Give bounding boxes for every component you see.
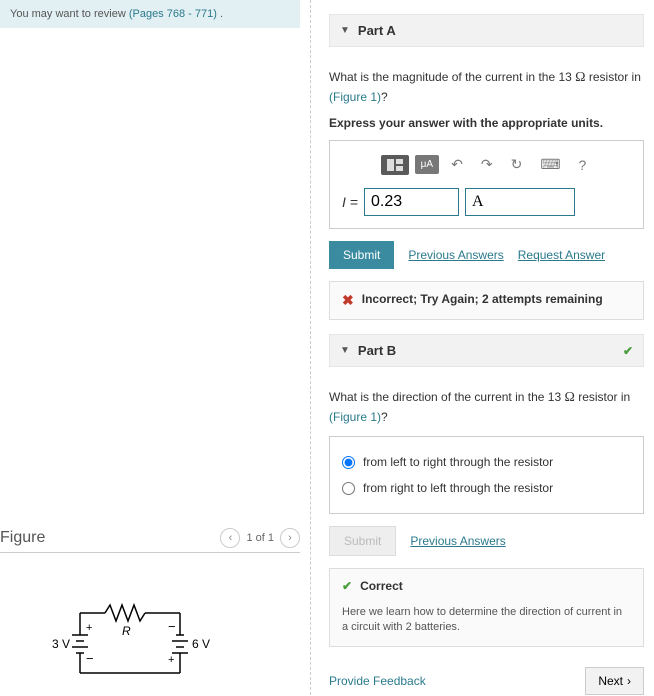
figure-title: Figure <box>0 529 45 547</box>
next-button[interactable]: Next › <box>585 667 644 695</box>
svg-text:+: + <box>86 622 92 634</box>
part-a-question: What is the magnitude of the current in … <box>329 67 644 106</box>
figure-link[interactable]: (Figure 1) <box>329 410 381 424</box>
request-answer-link[interactable]: Request Answer <box>518 248 605 262</box>
reset-icon[interactable]: ↻ <box>505 153 529 176</box>
redo-icon[interactable]: ↷ <box>475 153 499 176</box>
figure-prev-button[interactable]: ‹ <box>220 528 240 548</box>
chevron-right-icon: › <box>627 674 631 688</box>
feedback-correct: ✔ Correct Here we learn how to determine… <box>329 568 644 647</box>
part-a-instruction: Express your answer with the appropriate… <box>329 116 644 130</box>
left-battery-label: 3 V <box>52 637 70 651</box>
part-b-title: Part B <box>358 343 396 358</box>
radio-option-2[interactable] <box>342 482 355 495</box>
right-battery-label: 6 V <box>192 637 210 651</box>
feedback-text: Incorrect; Try Again; 2 attempts remaini… <box>362 292 603 306</box>
resistor-label: R <box>122 624 131 638</box>
undo-icon[interactable]: ↶ <box>445 153 469 176</box>
help-icon[interactable]: ? <box>573 154 593 176</box>
figure-header: Figure ‹ 1 of 1 › <box>0 528 300 553</box>
part-a-header[interactable]: ▼ Part A <box>329 14 644 47</box>
caret-down-icon: ▼ <box>340 25 350 36</box>
check-icon: ✔ <box>342 579 352 593</box>
correct-label: Correct <box>360 579 403 593</box>
caret-down-icon: ▼ <box>340 345 350 356</box>
figure-next-button[interactable]: › <box>280 528 300 548</box>
feedback-incorrect: ✖ Incorrect; Try Again; 2 attempts remai… <box>329 281 644 320</box>
check-icon: ✔ <box>623 344 633 358</box>
provide-feedback-link[interactable]: Provide Feedback <box>329 674 426 688</box>
correct-explanation: Here we learn how to determine the direc… <box>342 605 631 636</box>
previous-answers-link[interactable]: Previous Answers <box>408 248 503 262</box>
svg-text:−: − <box>168 619 176 634</box>
review-prefix: You may want to review <box>10 8 129 20</box>
review-banner: You may want to review (Pages 768 - 771)… <box>0 0 300 28</box>
unit-input[interactable] <box>465 188 575 216</box>
submit-button[interactable]: Submit <box>329 241 394 269</box>
units-button[interactable]: μA <box>415 155 439 174</box>
option-2-label: from right to left through the resistor <box>363 481 553 495</box>
option-1-label: from left to right through the resistor <box>363 455 553 469</box>
part-b-header[interactable]: ▼ Part B ✔ <box>329 334 644 367</box>
svg-text:−: − <box>86 651 94 666</box>
templates-button[interactable] <box>381 155 409 175</box>
radio-option-1[interactable] <box>342 456 355 469</box>
svg-text:+: + <box>168 654 174 666</box>
review-pages-link[interactable]: (Pages 768 - 771) <box>129 8 217 20</box>
part-a-title: Part A <box>358 23 396 38</box>
submit-button-disabled: Submit <box>329 526 396 556</box>
part-b-question: What is the direction of the current in … <box>329 387 644 426</box>
radio-options: from left to right through the resistor … <box>329 436 644 514</box>
figure-link[interactable]: (Figure 1) <box>329 90 381 104</box>
review-suffix: . <box>220 8 223 20</box>
answer-box: μA ↶ ↷ ↻ ⌨ ? I = <box>329 140 644 229</box>
keyboard-icon[interactable]: ⌨ <box>534 153 566 176</box>
value-input[interactable] <box>364 188 459 216</box>
figure-position: 1 of 1 <box>246 532 274 544</box>
previous-answers-link[interactable]: Previous Answers <box>410 534 505 548</box>
x-icon: ✖ <box>342 292 354 309</box>
variable-label: I = <box>342 194 358 210</box>
circuit-figure: R + − 3 V − + 6 V <box>50 593 310 696</box>
